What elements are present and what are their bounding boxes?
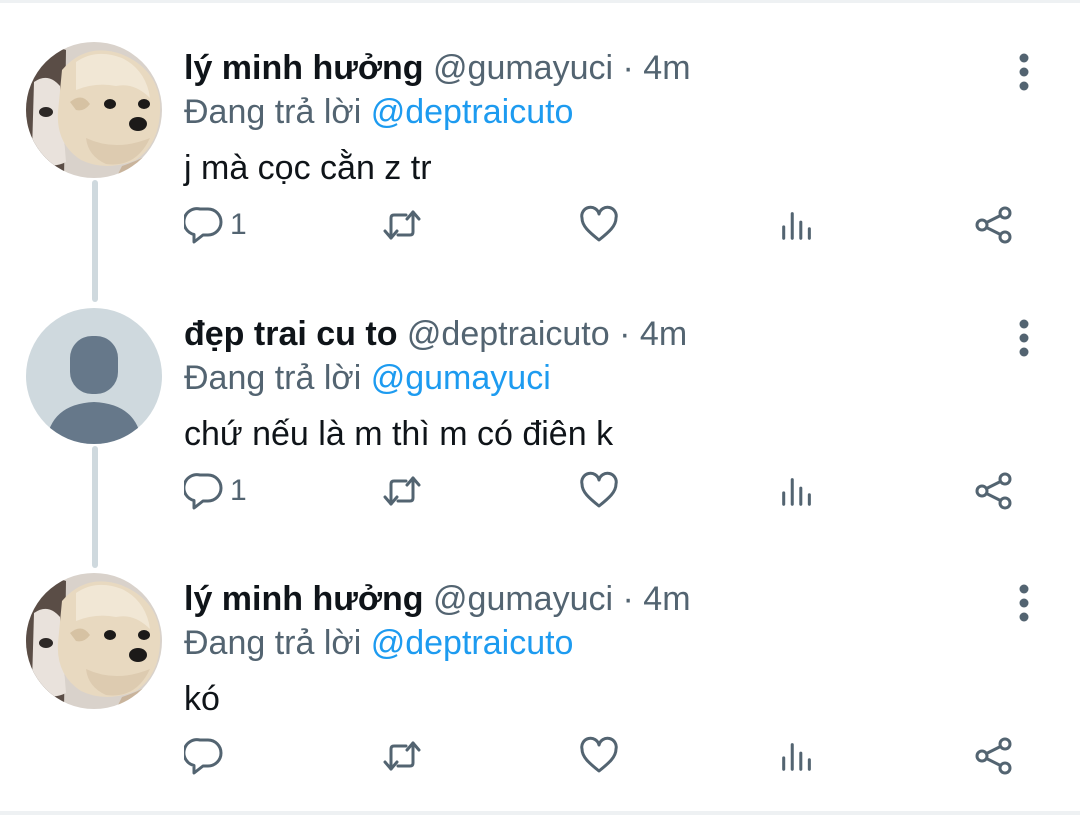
display-name[interactable]: đẹp trai cu to xyxy=(184,315,397,353)
like-button[interactable] xyxy=(579,731,619,781)
replying-to-label: Đang trả lời xyxy=(184,624,362,662)
more-vertical-icon[interactable] xyxy=(1008,316,1040,360)
analytics-icon xyxy=(778,205,816,245)
analytics-icon xyxy=(778,736,816,776)
tweet-header: lý minh hưởng @gumayuci · 4m xyxy=(184,46,691,90)
like-button[interactable] xyxy=(579,466,619,516)
tweet-actions: 1 xyxy=(184,466,1034,516)
reply-button[interactable]: 1 xyxy=(184,200,247,250)
heart-icon xyxy=(579,205,619,245)
avatar[interactable] xyxy=(26,308,162,444)
retweet-icon xyxy=(380,736,424,776)
handle[interactable]: @deptraicuto xyxy=(407,315,610,353)
tweet-text: kó xyxy=(184,680,220,718)
share-button[interactable] xyxy=(974,466,1014,516)
handle[interactable]: @gumayuci xyxy=(433,580,613,618)
replying-to: Đang trả lời @gumayuci xyxy=(184,356,551,400)
more-vertical-icon[interactable] xyxy=(1008,581,1040,625)
retweet-icon xyxy=(380,205,424,245)
timestamp[interactable]: 4m xyxy=(643,580,690,618)
tweet-header: lý minh hưởng @gumayuci · 4m xyxy=(184,577,691,621)
analytics-button[interactable] xyxy=(778,466,816,516)
tweet-actions xyxy=(184,731,1034,781)
replying-to: Đang trả lời @deptraicuto xyxy=(184,621,573,665)
replying-to-label: Đang trả lời xyxy=(184,359,362,397)
reply-button[interactable] xyxy=(184,731,230,781)
like-button[interactable] xyxy=(579,200,619,250)
separator-dot: · xyxy=(622,49,634,87)
bottom-divider xyxy=(0,811,1080,815)
timestamp[interactable]: 4m xyxy=(640,315,687,353)
handle[interactable]: @gumayuci xyxy=(433,49,613,87)
tweet-text: chứ nếu là m thì m có điên k xyxy=(184,415,614,453)
reply-count: 1 xyxy=(230,208,247,241)
display-name[interactable]: lý minh hưởng xyxy=(184,49,424,87)
analytics-button[interactable] xyxy=(778,200,816,250)
tweet[interactable]: lý minh hưởng @gumayuci · 4m Đang trả lờ… xyxy=(0,42,1080,307)
display-name[interactable]: lý minh hưởng xyxy=(184,580,424,618)
mention-link[interactable]: @deptraicuto xyxy=(371,624,574,662)
share-icon xyxy=(974,205,1014,245)
heart-icon xyxy=(579,736,619,776)
replying-to-label: Đang trả lời xyxy=(184,93,362,131)
retweet-icon xyxy=(380,471,424,511)
share-icon xyxy=(974,471,1014,511)
avatar[interactable] xyxy=(26,573,162,709)
reply-icon xyxy=(184,205,224,245)
share-button[interactable] xyxy=(974,200,1014,250)
replying-to: Đang trả lời @deptraicuto xyxy=(184,90,573,134)
reply-icon xyxy=(184,736,224,776)
reply-count: 1 xyxy=(230,474,247,507)
mention-link[interactable]: @gumayuci xyxy=(371,359,551,397)
reply-icon xyxy=(184,471,224,511)
share-icon xyxy=(974,736,1014,776)
more-vertical-icon[interactable] xyxy=(1008,50,1040,94)
tweet-text: j mà cọc cằn z tr xyxy=(184,149,432,187)
retweet-button[interactable] xyxy=(380,200,424,250)
avatar[interactable] xyxy=(26,42,162,178)
tweet-header: đẹp trai cu to @deptraicuto · 4m xyxy=(184,312,687,356)
reply-button[interactable]: 1 xyxy=(184,466,247,516)
tweet-actions: 1 xyxy=(184,200,1034,250)
top-divider xyxy=(0,0,1080,3)
separator-dot: · xyxy=(619,315,631,353)
heart-icon xyxy=(579,471,619,511)
retweet-button[interactable] xyxy=(380,731,424,781)
tweet[interactable]: lý minh hưởng @gumayuci · 4m Đang trả lờ… xyxy=(0,573,1080,838)
timestamp[interactable]: 4m xyxy=(643,49,690,87)
analytics-icon xyxy=(778,471,816,511)
retweet-button[interactable] xyxy=(380,466,424,516)
analytics-button[interactable] xyxy=(778,731,816,781)
mention-link[interactable]: @deptraicuto xyxy=(371,93,574,131)
share-button[interactable] xyxy=(974,731,1014,781)
separator-dot: · xyxy=(622,580,634,618)
tweet[interactable]: đẹp trai cu to @deptraicuto · 4m Đang tr… xyxy=(0,308,1080,573)
